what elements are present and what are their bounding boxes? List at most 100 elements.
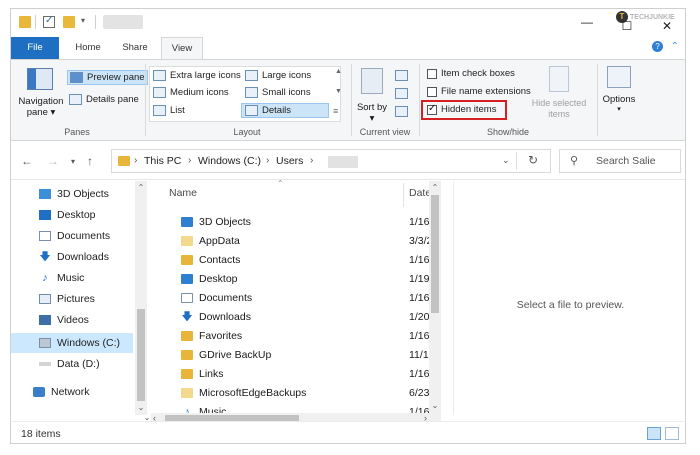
gallery-scroll-down-icon[interactable]: ▼ [335, 88, 342, 95]
recent-locations-icon[interactable]: ▾ [71, 157, 75, 166]
file-row[interactable]: AppData 3/3/2 [151, 232, 441, 251]
item-check-boxes-checkbox[interactable] [427, 68, 437, 79]
breadcrumb-users[interactable]: Users [276, 155, 303, 167]
file-row[interactable]: Documents 1/16/ [151, 289, 441, 308]
nav-item-label: Downloads [57, 251, 109, 263]
details-option[interactable]: Details [241, 103, 329, 118]
large-icons-option[interactable]: Large icons [245, 70, 311, 81]
nav-item-data-d[interactable]: Data (D:) [39, 355, 100, 373]
scroll-up-icon[interactable]: ⌃ [429, 183, 441, 192]
tab-share[interactable]: Share [113, 37, 157, 59]
breadcrumb-separator-icon[interactable]: › [134, 155, 137, 166]
item-check-boxes-label: Item check boxes [441, 68, 515, 79]
back-arrow-icon[interactable]: ← [21, 154, 33, 168]
file-list-scrollbar[interactable]: ⌃ ⌄ [429, 181, 441, 413]
tab-file[interactable]: File [11, 37, 59, 59]
medium-icons-option[interactable]: Medium icons [153, 87, 229, 98]
nav-item-pictures[interactable]: Pictures [39, 290, 95, 308]
file-row[interactable]: 🡇 Downloads 1/20/ [151, 308, 441, 327]
breadcrumb-separator-icon[interactable]: › [266, 155, 269, 166]
file-row[interactable]: Favorites 1/16/ [151, 327, 441, 346]
details-pane-button[interactable]: Details pane [69, 94, 139, 105]
sort-ascending-icon: ⌃ [277, 179, 284, 188]
forward-arrow-icon[interactable]: → [47, 154, 59, 168]
close-button[interactable]: ✕ [647, 15, 685, 37]
preview-pane-button[interactable]: Preview pane [67, 70, 148, 85]
links-folder-icon [181, 369, 193, 379]
gallery-scroll-up-icon[interactable]: ▲ [335, 68, 342, 75]
add-columns-icon[interactable] [395, 88, 408, 99]
options-button[interactable]: Options ▾ [599, 94, 639, 113]
size-columns-icon[interactable] [395, 106, 408, 117]
breadcrumb-this-pc[interactable]: This PC [144, 155, 181, 167]
show-hide-group-label: Show/hide [486, 127, 530, 137]
help-icon[interactable]: ? [652, 41, 663, 52]
nav-item-desktop[interactable]: Desktop [39, 206, 96, 224]
new-folder-icon[interactable] [63, 16, 75, 28]
list-option[interactable]: List [153, 105, 185, 116]
properties-icon[interactable] [43, 15, 55, 28]
file-list-scroll-thumb[interactable] [431, 195, 439, 313]
breadcrumb-separator-icon[interactable]: › [188, 155, 191, 166]
search-input[interactable]: Search Salie [596, 155, 656, 167]
scroll-down-icon[interactable]: ⌄ [429, 401, 441, 410]
nav-item-network[interactable]: Network [33, 383, 90, 401]
file-name-extensions-option[interactable]: File name extensions [427, 86, 531, 97]
file-row[interactable]: 3D Objects 1/16/2 [151, 213, 441, 232]
address-dropdown-icon[interactable]: ⌄ [502, 155, 510, 166]
nav-pane-scrollbar[interactable]: ⌃ ⌄ [135, 181, 147, 415]
sort-by-button[interactable]: Sort by ▾ [355, 102, 389, 124]
small-icons-option[interactable]: Small icons [245, 87, 311, 98]
item-check-boxes-option[interactable]: Item check boxes [427, 68, 515, 79]
refresh-icon[interactable]: ↻ [528, 153, 538, 167]
file-name-extensions-checkbox[interactable] [427, 86, 437, 97]
scroll-down-icon[interactable]: ⌄ [135, 403, 147, 412]
tab-home[interactable]: Home [65, 37, 111, 59]
file-row[interactable]: Links 1/16/ [151, 365, 441, 384]
window-title-redacted [103, 15, 143, 29]
nav-item-music[interactable]: ♪ Music [39, 269, 84, 287]
group-by-icon[interactable] [395, 70, 408, 81]
options-icon[interactable] [607, 66, 631, 88]
file-row[interactable]: Contacts 1/16/ [151, 251, 441, 270]
hide-selected-items-icon[interactable] [549, 66, 569, 92]
titlebar-divider [35, 15, 36, 29]
nav-item-documents[interactable]: Documents [39, 227, 110, 245]
status-bar: 18 items [11, 421, 685, 443]
tab-view[interactable]: View [161, 37, 203, 59]
nav-item-windows-c[interactable]: Windows (C:) [11, 333, 133, 353]
extra-large-icons-option[interactable]: Extra large icons [153, 70, 241, 81]
details-view-toggle-icon[interactable] [647, 427, 661, 440]
column-header-date[interactable]: Date [409, 187, 431, 199]
nav-item-3d-objects[interactable]: 3D Objects [39, 185, 109, 203]
gallery-expand-icon[interactable]: ≡ [333, 106, 338, 116]
download-arrow-icon: 🡇 [181, 311, 193, 323]
maximize-button[interactable]: ☐ [607, 15, 647, 37]
favorites-folder-icon [181, 331, 193, 341]
sort-by-icon[interactable] [361, 68, 383, 94]
quick-access-dropdown-icon[interactable]: ▾ [81, 16, 85, 25]
address-bar[interactable]: › This PC › Windows (C:) › Users › ⌄ ↻ [111, 149, 551, 173]
breadcrumb-separator-icon[interactable]: › [310, 155, 313, 166]
large-icons-view-toggle-icon[interactable] [665, 427, 679, 440]
search-box[interactable]: ⚲ Search Salie [559, 149, 681, 173]
file-row[interactable]: GDrive BackUp 11/14 [151, 346, 441, 365]
hide-selected-items-button[interactable]: Hide selected items [527, 98, 591, 120]
nav-pane-scroll-thumb[interactable] [137, 309, 145, 401]
ribbon-collapse-icon[interactable]: ⌃ [671, 41, 679, 52]
breadcrumb-drive[interactable]: Windows (C:) [198, 155, 261, 167]
navigation-pane-button[interactable]: Navigation pane ▾ [15, 96, 67, 118]
minimize-button[interactable]: — [567, 11, 607, 33]
breadcrumb-user-redacted[interactable] [328, 156, 358, 168]
column-divider[interactable] [403, 183, 404, 207]
ribbon-separator [597, 64, 598, 136]
up-arrow-icon[interactable]: ↑ [87, 154, 93, 168]
file-row[interactable]: Desktop 1/19/ [151, 270, 441, 289]
nav-item-downloads[interactable]: 🡇 Downloads [39, 248, 109, 266]
nav-item-videos[interactable]: Videos [39, 311, 89, 329]
file-row[interactable]: MicrosoftEdgeBackups 6/23/ [151, 384, 441, 403]
scroll-up-icon[interactable]: ⌃ [135, 183, 147, 192]
desktop-icon [181, 274, 193, 284]
column-header-name[interactable]: Name [169, 187, 197, 199]
navigation-pane-icon[interactable] [27, 68, 53, 90]
